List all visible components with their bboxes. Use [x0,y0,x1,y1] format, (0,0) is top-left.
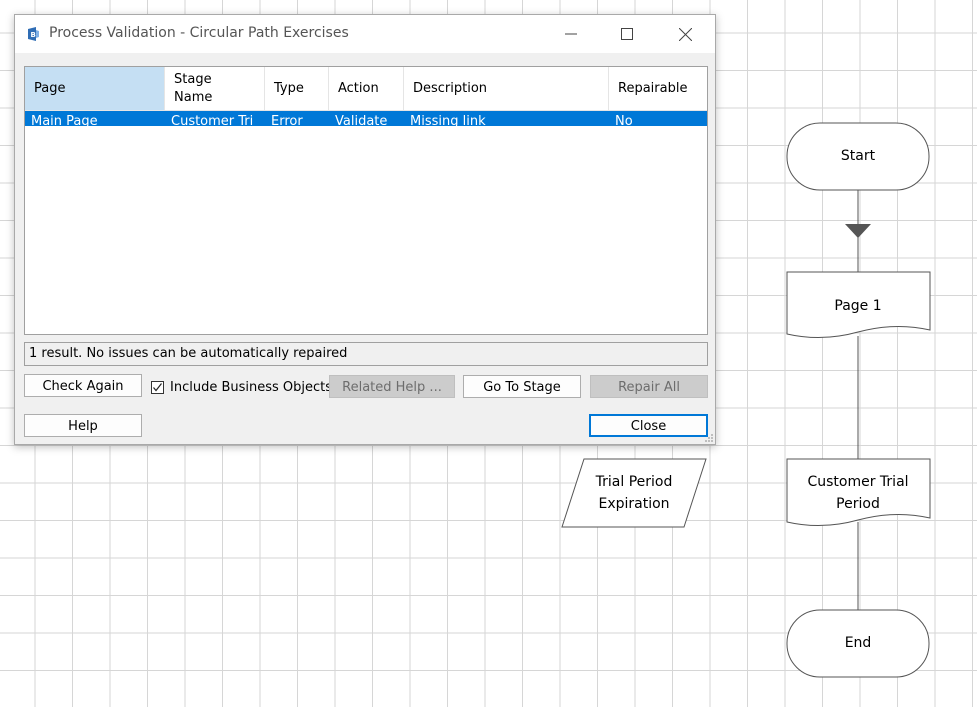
maximize-icon [621,28,633,40]
table-row[interactable]: Main Page Customer Tri Error Validate Mi… [25,111,707,126]
close-icon [678,27,692,41]
cell-page: Main Page [31,114,98,126]
start-label: Start [840,148,876,164]
minimize-button[interactable] [543,15,599,53]
dialog-title: Process Validation - Circular Path Exerc… [49,25,349,41]
go-to-stage-button[interactable]: Go To Stage [463,375,581,398]
include-business-objects-option[interactable]: Include Business Objects [151,377,332,397]
checkmark-icon [153,382,162,391]
status-text: 1 result. No issues can be automatically… [24,342,708,366]
column-header-page[interactable]: Page [25,67,165,110]
trial-period-expiration-label: Trial Period Expiration [595,474,673,512]
end-label: End [844,635,872,651]
window-close-button[interactable] [657,15,713,53]
cell-action: Validate [335,114,388,126]
include-business-objects-checkbox[interactable] [151,380,164,394]
resize-grip-icon[interactable] [704,433,714,443]
svg-text:B: B [31,31,36,39]
cell-repairable: No [615,114,633,126]
repair-all-button[interactable]: Repair All [590,375,708,398]
customer-trial-period-label: Customer Trial Period [807,474,909,512]
check-again-button[interactable]: Check Again [24,374,142,397]
column-header-repairable[interactable]: Repairable [609,67,707,110]
column-header-type[interactable]: Type [265,67,329,110]
results-grid[interactable]: Page Stage Name Type Action Description … [24,66,708,335]
app-icon: B [28,27,39,41]
include-business-objects-label: Include Business Objects [170,379,333,395]
page1-label: Page 1 [834,298,882,314]
title-bar[interactable]: B Process Validation - Circular Path Exe… [15,15,715,53]
minimize-icon [565,33,577,35]
close-button[interactable]: Close [589,414,708,437]
process-validation-dialog: B Process Validation - Circular Path Exe… [14,14,716,445]
grid-header: Page Stage Name Type Action Description … [25,67,707,111]
cell-description: Missing link [410,114,486,126]
column-header-description[interactable]: Description [404,67,609,110]
help-button[interactable]: Help [24,414,142,437]
cell-type: Error [271,114,303,126]
column-header-stage-name[interactable]: Stage Name [165,67,265,110]
flow-arrow [845,224,871,238]
related-help-button[interactable]: Related Help ... [329,375,455,398]
cell-stage-name: Customer Tri [171,114,254,126]
maximize-button[interactable] [599,15,655,53]
column-header-action[interactable]: Action [329,67,404,110]
